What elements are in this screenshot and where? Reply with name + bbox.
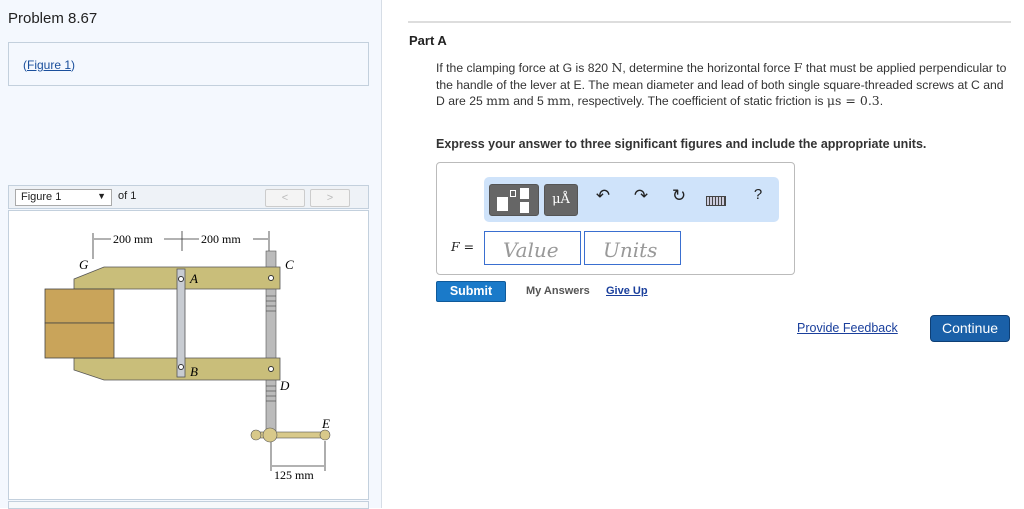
redo-icon[interactable]: ↷	[630, 186, 652, 206]
reset-icon[interactable]: ↻	[668, 186, 690, 206]
point-label: D	[279, 378, 290, 393]
provide-feedback-link[interactable]: Provide Feedback	[797, 321, 898, 335]
help-icon[interactable]: ?	[747, 186, 769, 203]
question-segment: and 5	[509, 94, 548, 108]
figure-area: 200 mm 200 mm 125 mm G A B C D E	[8, 210, 369, 500]
dim-label: 125 mm	[274, 468, 314, 482]
point-label: C	[285, 257, 294, 272]
math-token: mm	[486, 93, 510, 108]
clamp-figure: 200 mm 200 mm 125 mm G A B C D E	[44, 231, 331, 482]
point-label: G	[79, 257, 89, 272]
figure-link[interactable]: Figure 1	[27, 58, 71, 72]
prev-figure-button[interactable]: <	[265, 189, 305, 207]
link-ab	[176, 268, 186, 378]
undo-icon[interactable]: ↶	[592, 186, 614, 206]
question-segment: , respectively. The coefficient of stati…	[570, 94, 827, 108]
wood-block	[44, 322, 115, 359]
templates-button[interactable]	[489, 184, 539, 216]
keyboard-icon[interactable]	[706, 196, 726, 206]
math-token: mm	[547, 93, 571, 108]
give-up-link[interactable]: Give Up	[606, 285, 648, 297]
caret-down-icon: ▼	[97, 191, 106, 201]
template-icon	[497, 197, 508, 211]
value-input[interactable]	[484, 231, 581, 265]
my-answers-link[interactable]: My Answers	[526, 285, 590, 297]
continue-button[interactable]: Continue	[930, 315, 1010, 342]
question-segment: If the clamping force at G is 820	[436, 61, 612, 75]
figure-toolbar: Figure 1 ▼ of 1 < >	[8, 185, 369, 209]
question-segment: , determine the horizontal force	[622, 61, 794, 75]
problem-title: Problem 8.67	[8, 10, 98, 27]
next-figure-button[interactable]: >	[310, 189, 350, 207]
units-input[interactable]	[584, 231, 681, 265]
math-token: μs = 0.3	[826, 93, 880, 108]
problem-panel: Problem 8.67 (Figure 1) Figure 1 ▼ of 1 <…	[0, 0, 382, 509]
figure-select[interactable]: Figure 1 ▼	[15, 189, 112, 206]
figure-link-wrapper: (Figure 1)	[23, 58, 75, 72]
units-button[interactable]: μÅ	[544, 184, 578, 216]
template-icon	[520, 202, 529, 213]
answer-label-text: F =	[451, 239, 475, 254]
dim-label: 200 mm	[113, 232, 153, 246]
part-title: Part A	[409, 33, 447, 48]
instruction-text: Express your answer to three significant…	[436, 137, 927, 151]
figure-count: of 1	[118, 190, 137, 202]
question-text: If the clamping force at G is 820 N, det…	[436, 60, 1014, 110]
submit-button[interactable]: Submit	[436, 281, 506, 302]
point-label: A	[189, 271, 198, 286]
question-segment: .	[879, 94, 884, 108]
wood-block	[44, 288, 115, 324]
math-toolbar: μÅ ↶ ↷ ↻ ?	[484, 177, 779, 222]
answer-box: μÅ ↶ ↷ ↻ ? F =	[436, 162, 795, 275]
template-icon	[510, 190, 516, 197]
point-label: B	[190, 364, 198, 379]
divider	[408, 21, 1011, 23]
point-label: E	[321, 416, 330, 431]
template-icon	[520, 188, 529, 199]
dim-label: 200 mm	[201, 232, 241, 246]
figure-select-value: Figure 1	[21, 191, 62, 203]
answer-label: F =	[451, 239, 474, 254]
math-token: N	[611, 60, 623, 75]
figure-link-box: (Figure 1)	[8, 42, 369, 86]
paren: )	[71, 58, 76, 72]
